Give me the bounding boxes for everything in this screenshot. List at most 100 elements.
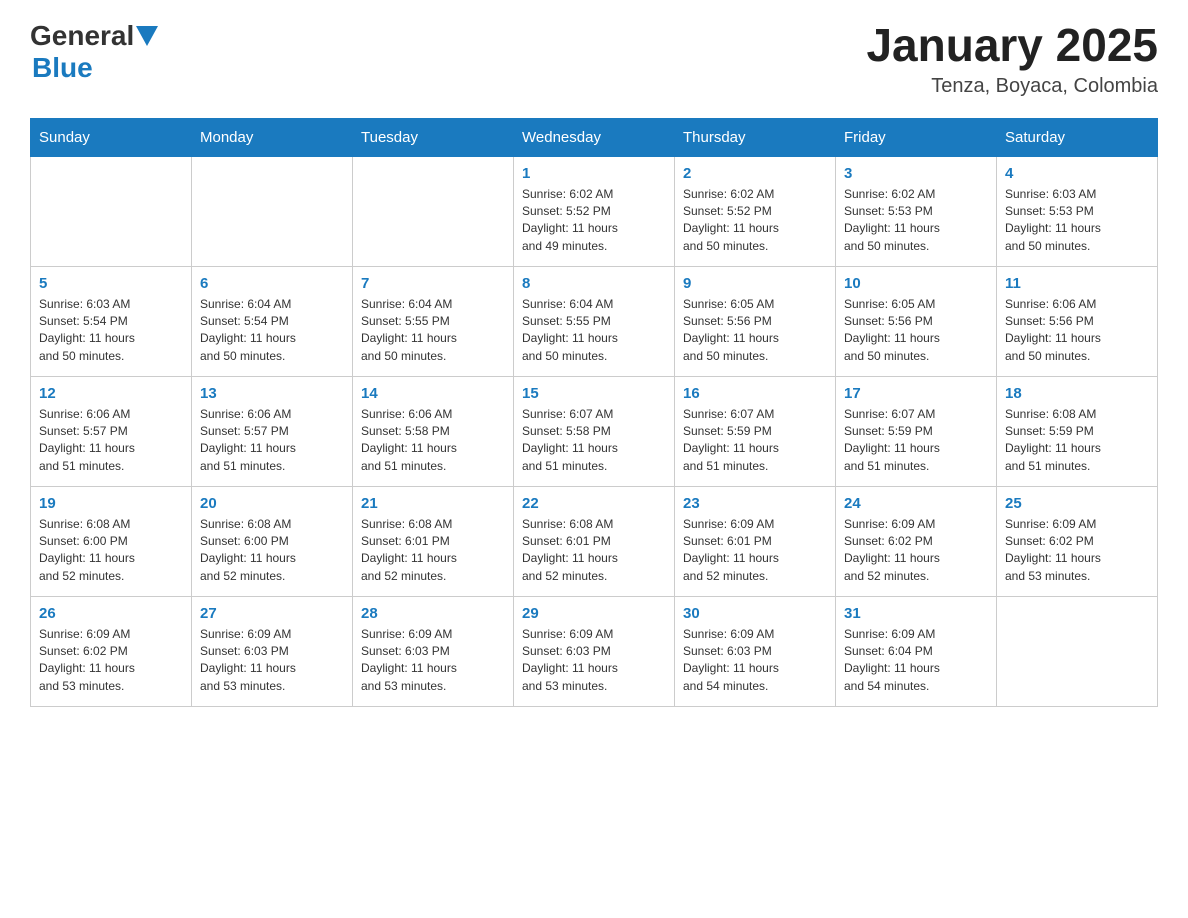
calendar-cell: 21Sunrise: 6:08 AMSunset: 6:01 PMDayligh… (353, 486, 514, 596)
day-info: Sunrise: 6:07 AMSunset: 5:58 PMDaylight:… (522, 406, 666, 476)
day-info: Sunrise: 6:08 AMSunset: 6:01 PMDaylight:… (361, 516, 505, 586)
calendar-cell (997, 596, 1158, 706)
day-info: Sunrise: 6:08 AMSunset: 6:00 PMDaylight:… (200, 516, 344, 586)
day-info: Sunrise: 6:04 AMSunset: 5:55 PMDaylight:… (522, 296, 666, 366)
day-info: Sunrise: 6:07 AMSunset: 5:59 PMDaylight:… (683, 406, 827, 476)
day-info: Sunrise: 6:09 AMSunset: 6:03 PMDaylight:… (522, 626, 666, 696)
day-info: Sunrise: 6:08 AMSunset: 6:01 PMDaylight:… (522, 516, 666, 586)
calendar-week-row: 12 Sunrise: 6:06 AMSunset: 5:57 PMDayligh… (31, 376, 1158, 486)
calendar-cell: 1 Sunrise: 6:02 AMSunset: 5:52 PMDaylight… (514, 156, 675, 266)
calendar-cell: 9 Sunrise: 6:05 AMSunset: 5:56 PMDaylight… (675, 266, 836, 376)
day-number: 23 (683, 495, 827, 512)
day-info: Sunrise: 6:06 AMSunset: 5:57 PMDaylight:… (39, 406, 183, 476)
calendar-cell: 29 Sunrise: 6:09 AMSunset: 6:03 PMDayligh… (514, 596, 675, 706)
calendar-cell: 4Sunrise: 6:03 AMSunset: 5:53 PMDaylight… (997, 156, 1158, 266)
page-header: General Blue January 2025 Tenza, Boyaca,… (30, 20, 1158, 98)
day-number: 25 (1005, 495, 1149, 512)
day-number: 7 (361, 275, 505, 292)
day-number: 10 (844, 275, 988, 292)
day-of-week-header: Wednesday (514, 118, 675, 156)
day-number: 5 (39, 275, 183, 292)
day-number: 12 (39, 385, 183, 402)
day-info: Sunrise: 6:09 AMSunset: 6:02 PMDaylight:… (1005, 516, 1149, 586)
day-info: Sunrise: 6:09 AMSunset: 6:01 PMDaylight:… (683, 516, 827, 586)
logo-triangle-icon (136, 26, 158, 48)
day-number: 14 (361, 385, 505, 402)
calendar-cell (192, 156, 353, 266)
calendar-cell: 11 Sunrise: 6:06 AMSunset: 5:56 PMDayligh… (997, 266, 1158, 376)
day-number: 1 (522, 165, 666, 182)
day-of-week-header: Saturday (997, 118, 1158, 156)
day-number: 29 (522, 605, 666, 622)
day-of-week-header: Monday (192, 118, 353, 156)
day-number: 9 (683, 275, 827, 292)
logo-blue-text: Blue (32, 52, 93, 84)
day-number: 19 (39, 495, 183, 512)
day-info: Sunrise: 6:09 AMSunset: 6:03 PMDaylight:… (683, 626, 827, 696)
day-number: 13 (200, 385, 344, 402)
day-of-week-header: Sunday (31, 118, 192, 156)
day-number: 2 (683, 165, 827, 182)
calendar-cell: 12 Sunrise: 6:06 AMSunset: 5:57 PMDayligh… (31, 376, 192, 486)
day-number: 26 (39, 605, 183, 622)
day-info: Sunrise: 6:09 AMSunset: 6:02 PMDaylight:… (39, 626, 183, 696)
calendar-cell: 7 Sunrise: 6:04 AMSunset: 5:55 PMDaylight… (353, 266, 514, 376)
day-info: Sunrise: 6:08 AMSunset: 5:59 PMDaylight:… (1005, 406, 1149, 476)
day-number: 28 (361, 605, 505, 622)
calendar-cell: 8 Sunrise: 6:04 AMSunset: 5:55 PMDaylight… (514, 266, 675, 376)
calendar-cell (353, 156, 514, 266)
day-info: Sunrise: 6:05 AMSunset: 5:56 PMDaylight:… (844, 296, 988, 366)
day-info: Sunrise: 6:09 AMSunset: 6:03 PMDaylight:… (361, 626, 505, 696)
day-info: Sunrise: 6:06 AMSunset: 5:57 PMDaylight:… (200, 406, 344, 476)
day-info: Sunrise: 6:02 AMSunset: 5:52 PMDaylight:… (683, 186, 827, 256)
day-of-week-header: Thursday (675, 118, 836, 156)
day-info: Sunrise: 6:09 AMSunset: 6:02 PMDaylight:… (844, 516, 988, 586)
calendar-cell: 20 Sunrise: 6:08 AMSunset: 6:00 PMDayligh… (192, 486, 353, 596)
day-info: Sunrise: 6:09 AMSunset: 6:04 PMDaylight:… (844, 626, 988, 696)
day-of-week-header: Friday (836, 118, 997, 156)
calendar-cell: 24 Sunrise: 6:09 AMSunset: 6:02 PMDayligh… (836, 486, 997, 596)
calendar-cell: 26 Sunrise: 6:09 AMSunset: 6:02 PMDayligh… (31, 596, 192, 706)
day-info: Sunrise: 6:08 AMSunset: 6:00 PMDaylight:… (39, 516, 183, 586)
location-subtitle: Tenza, Boyaca, Colombia (866, 75, 1158, 98)
calendar-cell: 3Sunrise: 6:02 AMSunset: 5:53 PMDaylight… (836, 156, 997, 266)
day-number: 8 (522, 275, 666, 292)
day-number: 27 (200, 605, 344, 622)
day-info: Sunrise: 6:09 AMSunset: 6:03 PMDaylight:… (200, 626, 344, 696)
calendar-cell: 14Sunrise: 6:06 AMSunset: 5:58 PMDayligh… (353, 376, 514, 486)
day-number: 16 (683, 385, 827, 402)
calendar-cell: 18Sunrise: 6:08 AMSunset: 5:59 PMDayligh… (997, 376, 1158, 486)
calendar-cell: 13 Sunrise: 6:06 AMSunset: 5:57 PMDayligh… (192, 376, 353, 486)
day-info: Sunrise: 6:05 AMSunset: 5:56 PMDaylight:… (683, 296, 827, 366)
logo: General Blue (30, 20, 158, 84)
calendar-cell: 6Sunrise: 6:04 AMSunset: 5:54 PMDaylight… (192, 266, 353, 376)
day-of-week-header: Tuesday (353, 118, 514, 156)
calendar-cell: 5 Sunrise: 6:03 AMSunset: 5:54 PMDaylight… (31, 266, 192, 376)
day-number: 15 (522, 385, 666, 402)
logo-general-text: General (30, 20, 134, 52)
day-number: 20 (200, 495, 344, 512)
day-number: 11 (1005, 275, 1149, 292)
calendar-cell: 25 Sunrise: 6:09 AMSunset: 6:02 PMDayligh… (997, 486, 1158, 596)
day-info: Sunrise: 6:03 AMSunset: 5:54 PMDaylight:… (39, 296, 183, 366)
calendar-table: SundayMondayTuesdayWednesdayThursdayFrid… (30, 118, 1158, 707)
calendar-week-row: 26 Sunrise: 6:09 AMSunset: 6:02 PMDayligh… (31, 596, 1158, 706)
day-info: Sunrise: 6:03 AMSunset: 5:53 PMDaylight:… (1005, 186, 1149, 256)
calendar-cell: 31Sunrise: 6:09 AMSunset: 6:04 PMDayligh… (836, 596, 997, 706)
calendar-cell: 10 Sunrise: 6:05 AMSunset: 5:56 PMDayligh… (836, 266, 997, 376)
calendar-cell: 15 Sunrise: 6:07 AMSunset: 5:58 PMDayligh… (514, 376, 675, 486)
calendar-cell: 19 Sunrise: 6:08 AMSunset: 6:00 PMDayligh… (31, 486, 192, 596)
calendar-header-row: SundayMondayTuesdayWednesdayThursdayFrid… (31, 118, 1158, 156)
calendar-week-row: 1 Sunrise: 6:02 AMSunset: 5:52 PMDaylight… (31, 156, 1158, 266)
calendar-cell: 2 Sunrise: 6:02 AMSunset: 5:52 PMDaylight… (675, 156, 836, 266)
title-section: January 2025 Tenza, Boyaca, Colombia (866, 20, 1158, 98)
day-number: 30 (683, 605, 827, 622)
day-info: Sunrise: 6:02 AMSunset: 5:52 PMDaylight:… (522, 186, 666, 256)
calendar-cell: 30 Sunrise: 6:09 AMSunset: 6:03 PMDayligh… (675, 596, 836, 706)
calendar-cell (31, 156, 192, 266)
day-info: Sunrise: 6:06 AMSunset: 5:56 PMDaylight:… (1005, 296, 1149, 366)
day-number: 24 (844, 495, 988, 512)
day-info: Sunrise: 6:07 AMSunset: 5:59 PMDaylight:… (844, 406, 988, 476)
calendar-cell: 16 Sunrise: 6:07 AMSunset: 5:59 PMDayligh… (675, 376, 836, 486)
day-info: Sunrise: 6:04 AMSunset: 5:55 PMDaylight:… (361, 296, 505, 366)
